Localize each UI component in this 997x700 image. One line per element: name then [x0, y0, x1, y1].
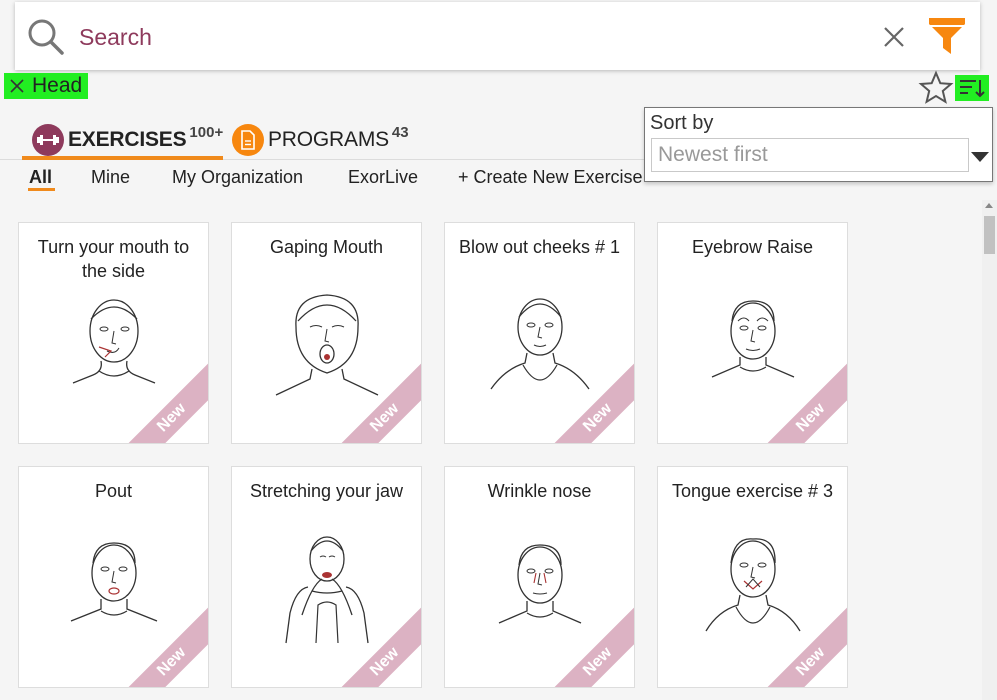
exercise-card[interactable]: Tongue exercise # 3 New [657, 466, 848, 688]
scroll-up-icon[interactable] [985, 203, 993, 208]
card-title: Eyebrow Raise [691, 237, 814, 257]
favorites-star-icon[interactable] [918, 70, 954, 106]
exercise-card[interactable]: Gaping Mouth New [231, 222, 422, 444]
active-tab-indicator [22, 156, 223, 160]
card-title: Blow out cheeks # 1 [458, 237, 621, 257]
card-title: Tongue exercise # 3 [671, 481, 834, 501]
exercise-card[interactable]: Stretching your jaw New [231, 466, 422, 688]
card-title: Wrinkle nose [487, 481, 592, 501]
search-input[interactable] [79, 18, 859, 56]
active-filter-tag-head[interactable]: Head [4, 73, 89, 99]
sort-button[interactable] [955, 75, 989, 101]
sort-select[interactable]: Newest first [651, 138, 969, 172]
face-illustration [490, 298, 590, 390]
face-illustration [285, 536, 369, 644]
face-illustration [705, 538, 801, 632]
subtab-my-organization[interactable]: My Organization [172, 167, 303, 188]
face-illustration [275, 294, 379, 396]
face-illustration [70, 542, 158, 622]
tag-label: Head [32, 74, 83, 97]
exercise-card[interactable]: Wrinkle nose New [444, 466, 635, 688]
clear-search-icon[interactable] [881, 24, 907, 50]
subtab-all[interactable]: All [29, 167, 52, 188]
exercise-card[interactable]: Eyebrow Raise New [657, 222, 848, 444]
tab-programs-label: PROGRAMS [268, 128, 389, 151]
subtabs: All Mine My Organization ExorLive + Crea… [0, 167, 660, 195]
sort-icon [960, 80, 985, 98]
tab-exercises[interactable]: EXERCISES 100+ [32, 120, 223, 160]
card-title: Gaping Mouth [269, 237, 384, 257]
search-bar [15, 2, 980, 70]
subtab-exorlive[interactable]: ExorLive [348, 167, 418, 188]
exercise-card[interactable]: Blow out cheeks # 1 New [444, 222, 635, 444]
subtab-mine[interactable]: Mine [91, 167, 130, 188]
create-new-exercise-link[interactable]: + Create New Exercise [458, 167, 643, 188]
search-icon[interactable] [27, 18, 65, 56]
sort-by-label: Sort by [650, 112, 714, 134]
face-illustration [498, 544, 582, 624]
main-tabs: EXERCISES 100+ PROGRAMS 43 [0, 120, 660, 160]
card-title: Stretching your jaw [249, 481, 404, 501]
card-title: Turn your mouth to the side [37, 237, 190, 281]
face-illustration [72, 299, 156, 384]
sort-popup: Sort by Newest first [644, 107, 993, 182]
exercise-card[interactable]: Turn your mouth to the side New [18, 222, 209, 444]
scrollbar-thumb[interactable] [984, 216, 995, 254]
tab-exercises-label: EXERCISES [68, 128, 187, 151]
tab-programs[interactable]: PROGRAMS 43 [232, 120, 409, 160]
filter-icon[interactable] [927, 16, 967, 56]
dumbbell-icon [32, 124, 64, 156]
tab-exercises-count: 100+ [189, 123, 224, 141]
face-illustration [711, 300, 795, 378]
dropdown-arrow-icon[interactable] [971, 152, 989, 162]
tab-programs-count: 43 [391, 123, 409, 141]
scrollbar[interactable] [982, 200, 997, 700]
exercise-card[interactable]: Pout New [18, 466, 209, 688]
active-subtab-indicator [28, 188, 55, 191]
remove-tag-icon[interactable] [8, 77, 26, 95]
document-icon [232, 124, 264, 156]
card-title: Pout [94, 481, 133, 501]
